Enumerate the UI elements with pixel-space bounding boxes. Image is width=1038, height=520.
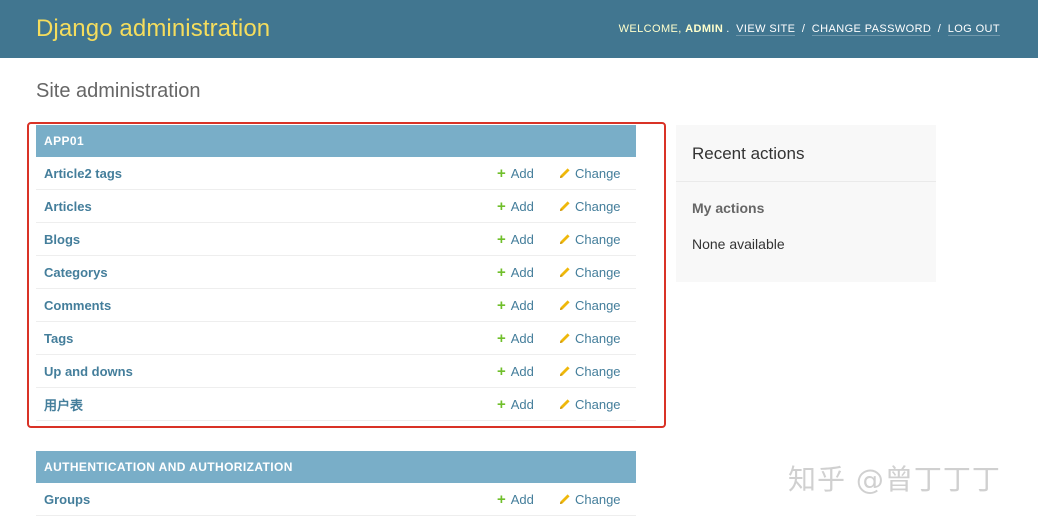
model-link[interactable]: Tags — [36, 331, 636, 346]
add-label: Add — [510, 491, 534, 507]
model-list: Groups + Add Change — [36, 483, 636, 516]
app-caption[interactable]: APP01 — [36, 125, 636, 157]
username: admin — [685, 23, 724, 35]
add-label: Add — [510, 330, 534, 346]
app-caption[interactable]: AUTHENTICATION AND AUTHORIZATION — [36, 451, 636, 483]
change-link[interactable]: Change — [559, 199, 621, 214]
model-link[interactable]: Categorys — [36, 265, 636, 280]
change-password-link[interactable]: Change password — [811, 23, 932, 36]
welcome-text: Welcome, — [618, 23, 682, 35]
model-link[interactable]: Up and downs — [36, 364, 636, 379]
add-label: Add — [510, 396, 534, 412]
model-row: Blogs + Add Change — [36, 223, 636, 256]
model-list: Article2 tags + Add Change Articles + Add Chang… — [36, 157, 636, 421]
change-link[interactable]: Change — [559, 331, 621, 346]
plus-icon: + — [497, 362, 506, 380]
log-out-link[interactable]: Log out — [947, 23, 1000, 36]
plus-icon: + — [497, 263, 506, 281]
change-link[interactable]: Change — [559, 492, 621, 507]
change-label: Change — [575, 491, 621, 507]
app-module-auth: AUTHENTICATION AND AUTHORIZATION Groups +… — [36, 451, 636, 516]
my-actions-heading: My actions — [692, 200, 765, 216]
pencil-icon — [560, 366, 570, 376]
add-label: Add — [510, 231, 534, 247]
pencil-icon — [560, 168, 570, 178]
plus-icon: + — [497, 490, 506, 508]
add-label: Add — [510, 198, 534, 214]
add-link[interactable]: + Add — [497, 232, 534, 247]
plus-icon: + — [497, 329, 506, 347]
pencil-icon — [560, 201, 570, 211]
model-row: Categorys + Add Change — [36, 256, 636, 289]
add-label: Add — [510, 297, 534, 313]
recent-actions-title: Recent actions — [676, 125, 936, 182]
model-row: Groups + Add Change — [36, 483, 636, 516]
view-site-link[interactable]: View site — [736, 23, 796, 36]
change-label: Change — [575, 231, 621, 247]
site-branding[interactable]: Django administration — [36, 15, 270, 43]
add-label: Add — [510, 264, 534, 280]
model-row: 用户表 + Add Change — [36, 388, 636, 421]
add-link[interactable]: + Add — [497, 166, 534, 181]
add-link[interactable]: + Add — [497, 298, 534, 313]
model-row: Up and downs + Add Change — [36, 355, 636, 388]
model-row: Comments + Add Change — [36, 289, 636, 322]
user-tools: Welcome, admin. View site / Change passw… — [618, 23, 1000, 36]
add-link[interactable]: + Add — [497, 364, 534, 379]
add-label: Add — [510, 363, 534, 379]
plus-icon: + — [497, 197, 506, 215]
add-link[interactable]: + Add — [497, 331, 534, 346]
pencil-icon — [560, 399, 570, 409]
change-label: Change — [575, 165, 621, 181]
watermark: 知乎 @曾丁丁丁 — [788, 463, 1001, 496]
model-link[interactable]: Comments — [36, 298, 636, 313]
change-label: Change — [575, 396, 621, 412]
add-label: Add — [510, 165, 534, 181]
model-row: Articles + Add Change — [36, 190, 636, 223]
pencil-icon — [560, 300, 570, 310]
change-label: Change — [575, 363, 621, 379]
model-link[interactable]: Blogs — [36, 232, 636, 247]
add-link[interactable]: + Add — [497, 397, 534, 412]
pencil-icon — [560, 333, 570, 343]
change-label: Change — [575, 198, 621, 214]
add-link[interactable]: + Add — [497, 199, 534, 214]
no-actions-text: None available — [692, 236, 785, 252]
plus-icon: + — [497, 395, 506, 413]
plus-icon: + — [497, 296, 506, 314]
change-link[interactable]: Change — [559, 166, 621, 181]
change-link[interactable]: Change — [559, 364, 621, 379]
change-link[interactable]: Change — [559, 397, 621, 412]
change-label: Change — [575, 330, 621, 346]
add-link[interactable]: + Add — [497, 492, 534, 507]
plus-icon: + — [497, 164, 506, 182]
model-row: Article2 tags + Add Change — [36, 157, 636, 190]
model-row: Tags + Add Change — [36, 322, 636, 355]
pencil-icon — [560, 267, 570, 277]
separator: / — [937, 23, 942, 35]
model-link[interactable]: Groups — [36, 492, 636, 507]
header: Django administration Welcome, admin. Vi… — [0, 0, 1038, 58]
pencil-icon — [560, 494, 570, 504]
model-link[interactable]: Article2 tags — [36, 166, 636, 181]
page-title: Site administration — [36, 80, 201, 102]
plus-icon: + — [497, 230, 506, 248]
model-link[interactable]: 用户表 — [36, 395, 636, 414]
recent-actions-panel: Recent actions My actions None available — [676, 125, 936, 282]
change-label: Change — [575, 297, 621, 313]
change-link[interactable]: Change — [559, 265, 621, 280]
pencil-icon — [560, 234, 570, 244]
app-module-app01: APP01 Article2 tags + Add Change Articles + Ad… — [36, 125, 636, 421]
change-label: Change — [575, 264, 621, 280]
separator: / — [801, 23, 806, 35]
change-link[interactable]: Change — [559, 232, 621, 247]
add-link[interactable]: + Add — [497, 265, 534, 280]
change-link[interactable]: Change — [559, 298, 621, 313]
model-link[interactable]: Articles — [36, 199, 636, 214]
